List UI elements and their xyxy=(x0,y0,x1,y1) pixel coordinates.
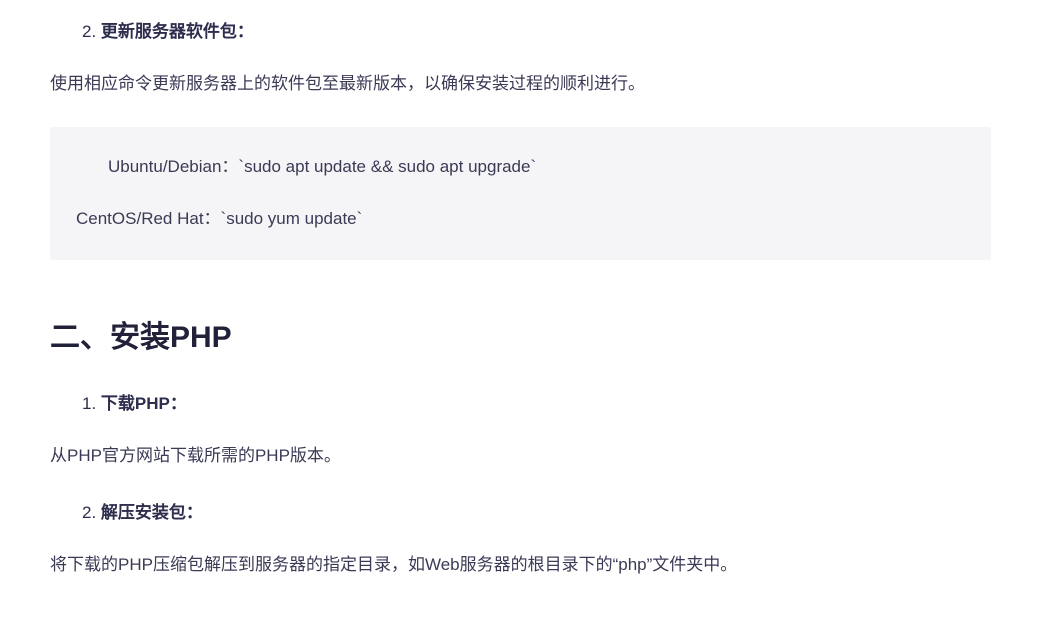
list-title: 解压安装包： xyxy=(101,503,203,522)
list-number: 1. xyxy=(82,394,101,413)
section-heading-install-php: 二、安装PHP xyxy=(50,312,991,356)
code-block-update-commands: Ubuntu/Debian：`sudo apt update && sudo a… xyxy=(50,127,991,259)
list-item-download-php: 1. 下载PHP： xyxy=(50,390,991,419)
list-item-update-packages: 2. 更新服务器软件包： xyxy=(50,18,991,47)
list-number: 2. xyxy=(82,22,101,41)
code-line-centos: CentOS/Red Hat：`sudo yum update` xyxy=(76,205,965,232)
list-number: 2. xyxy=(82,503,101,522)
code-line-ubuntu: Ubuntu/Debian：`sudo apt update && sudo a… xyxy=(108,153,965,180)
list-item-extract-package: 2. 解压安装包： xyxy=(50,499,991,528)
list-title: 更新服务器软件包： xyxy=(101,22,254,41)
list-title: 下载PHP： xyxy=(101,394,187,413)
paragraph-update-desc: 使用相应命令更新服务器上的软件包至最新版本，以确保安装过程的顺利进行。 xyxy=(50,69,991,100)
paragraph-extract-desc: 将下载的PHP压缩包解压到服务器的指定目录，如Web服务器的根目录下的“php”… xyxy=(50,550,991,581)
paragraph-download-desc: 从PHP官方网站下载所需的PHP版本。 xyxy=(50,441,991,472)
